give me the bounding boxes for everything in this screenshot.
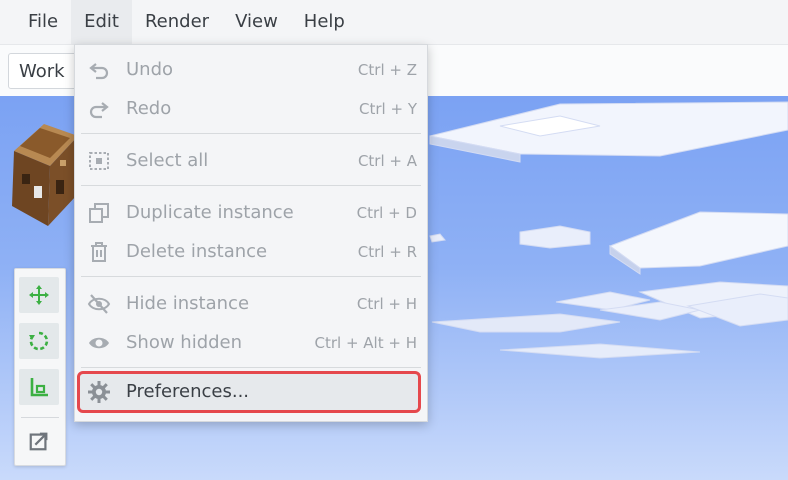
select-all-icon — [89, 152, 109, 170]
menu-render[interactable]: Render — [132, 0, 222, 44]
move-tool-button[interactable] — [19, 277, 59, 313]
menu-item-label: Preferences... — [126, 381, 250, 402]
edit-menu-dropdown: Undo Ctrl + Z Redo Ctrl + Y Select all C… — [74, 44, 428, 422]
menu-file[interactable]: File — [0, 0, 71, 44]
shortcut-label: Ctrl + A — [357, 152, 417, 170]
tool-palette — [14, 268, 66, 466]
shortcut-label: Ctrl + Y — [359, 100, 417, 118]
menu-bar: File Edit Render View Help — [0, 0, 788, 44]
shortcut-label: Ctrl + H — [356, 295, 417, 313]
export-tool-button[interactable] — [19, 423, 59, 459]
move-icon — [29, 285, 49, 305]
menu-divider — [81, 276, 421, 277]
menu-item-undo[interactable]: Undo Ctrl + Z — [77, 51, 425, 89]
shortcut-label: Ctrl + D — [356, 204, 417, 222]
menu-item-show-hidden[interactable]: Show hidden Ctrl + Alt + H — [77, 324, 425, 362]
menu-item-label: Show hidden — [126, 332, 243, 353]
menu-item-label: Duplicate instance — [126, 202, 294, 223]
menu-item-delete-instance[interactable]: Delete instance Ctrl + R — [77, 233, 425, 271]
menu-divider — [81, 133, 421, 134]
gear-icon — [88, 381, 110, 403]
scale-icon — [30, 378, 48, 397]
shortcut-label: Ctrl + Z — [357, 61, 417, 79]
eye-icon — [89, 337, 109, 349]
menu-divider — [81, 367, 421, 368]
menu-item-preferences[interactable]: Preferences... — [77, 373, 425, 411]
menu-edit[interactable]: Edit — [71, 0, 132, 44]
eye-off-icon — [87, 294, 111, 314]
redo-icon — [89, 102, 109, 119]
menu-item-duplicate-instance[interactable]: Duplicate instance Ctrl + D — [77, 194, 425, 232]
scale-tool-button[interactable] — [19, 369, 59, 405]
shortcut-label: Ctrl + Alt + H — [314, 334, 418, 352]
menu-item-label: Undo — [126, 59, 174, 80]
menu-item-hide-instance[interactable]: Hide instance Ctrl + H — [77, 285, 425, 323]
menu-item-label: Hide instance — [126, 293, 250, 314]
menu-item-select-all[interactable]: Select all Ctrl + A — [77, 142, 425, 180]
undo-icon — [89, 63, 109, 80]
menu-item-label: Redo — [126, 98, 172, 119]
trash-icon — [91, 242, 107, 262]
duplicate-icon — [89, 203, 109, 223]
menu-item-label: Delete instance — [126, 241, 268, 262]
menu-help[interactable]: Help — [291, 0, 358, 44]
menu-divider — [81, 185, 421, 186]
menu-item-redo[interactable]: Redo Ctrl + Y — [77, 90, 425, 128]
menu-view[interactable]: View — [222, 0, 291, 44]
export-icon — [29, 432, 48, 451]
menu-item-label: Select all — [126, 150, 209, 171]
shortcut-label: Ctrl + R — [357, 243, 417, 261]
crafting-table-block — [12, 124, 78, 226]
rotate-tool-button[interactable] — [19, 323, 59, 359]
rotate-icon — [29, 331, 49, 351]
